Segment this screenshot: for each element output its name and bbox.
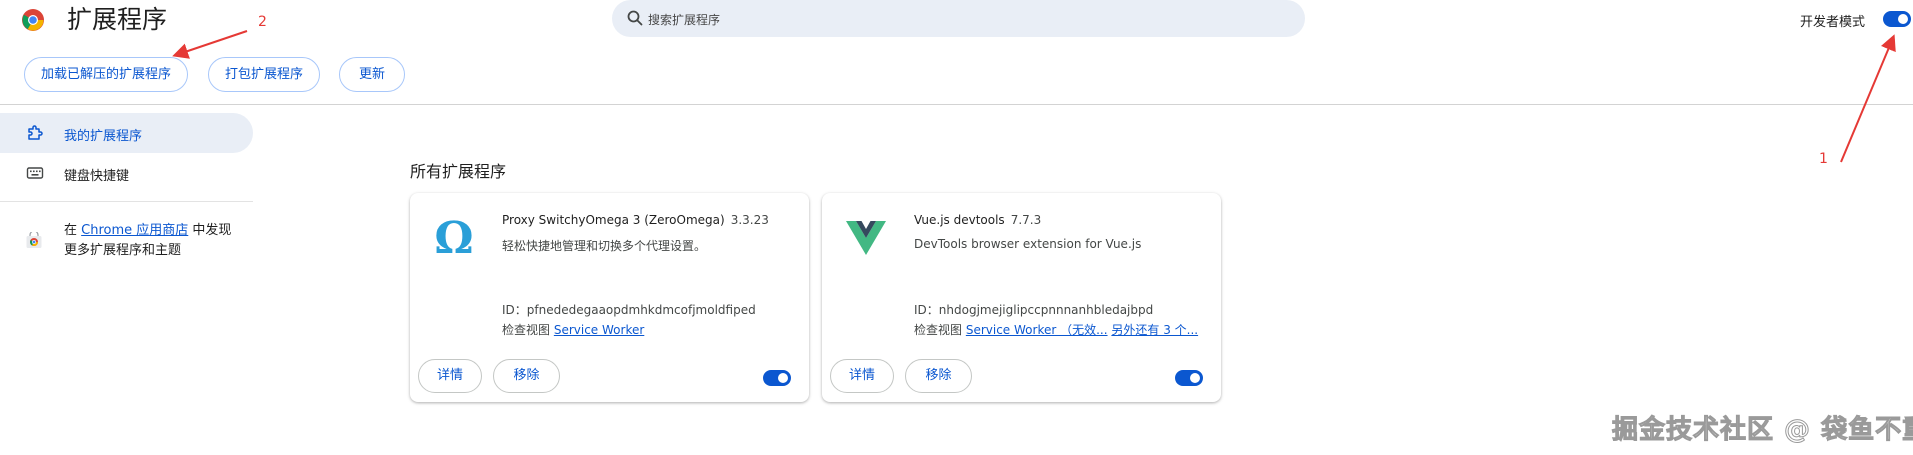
sidebar-divider bbox=[0, 201, 253, 202]
load-unpacked-button[interactable]: 加载已解压的扩展程序 bbox=[24, 57, 188, 92]
puzzle-icon bbox=[28, 125, 43, 140]
remove-button[interactable]: 移除 bbox=[493, 359, 560, 393]
inspect-views: 检查视图 Service Worker （无效... 另外还有 3 个... bbox=[914, 321, 1198, 338]
extension-name-row: Proxy SwitchyOmega 3 (ZeroOmega) 3.3.23 bbox=[502, 213, 769, 227]
sidebar-item-my-extensions[interactable]: 我的扩展程序 bbox=[0, 113, 253, 153]
chrome-logo-icon bbox=[22, 9, 44, 31]
annotation-number-2: 2 bbox=[258, 14, 267, 30]
sidebar-item-keyboard-shortcuts[interactable]: 键盘快捷键 bbox=[0, 153, 253, 193]
search-placeholder[interactable]: 搜索扩展程序 bbox=[648, 11, 720, 28]
update-button[interactable]: 更新 bbox=[339, 57, 405, 92]
search-bar[interactable]: 搜索扩展程序 bbox=[612, 0, 1305, 37]
dev-mode-label: 开发者模式 bbox=[1800, 15, 1866, 30]
extension-enable-toggle[interactable] bbox=[763, 370, 791, 386]
extension-description: 轻松快捷地管理和切换多个代理设置。 bbox=[502, 239, 707, 253]
section-title: 所有扩展程序 bbox=[410, 162, 507, 181]
extension-name: Proxy SwitchyOmega 3 (ZeroOmega) bbox=[502, 213, 725, 227]
more-views-link[interactable]: 另外还有 3 个... bbox=[1111, 323, 1198, 337]
details-button[interactable]: 详情 bbox=[418, 359, 482, 393]
service-worker-link[interactable]: Service Worker bbox=[554, 323, 644, 337]
chrome-web-store-link[interactable]: Chrome 应用商店 bbox=[81, 223, 188, 238]
annotation-arrow-1 bbox=[1840, 34, 1896, 163]
extension-card-switchyomega: Ω Proxy SwitchyOmega 3 (ZeroOmega) 3.3.23… bbox=[410, 193, 809, 402]
extension-name-row: Vue.js devtools 7.7.3 bbox=[914, 213, 1041, 227]
search-icon bbox=[627, 10, 643, 26]
extension-name: Vue.js devtools bbox=[914, 213, 1005, 227]
extension-version: 7.7.3 bbox=[1010, 213, 1042, 227]
extension-id: ID：nhdogjmejiglipccpnnnanhbledajbpd bbox=[914, 303, 1154, 317]
header-divider bbox=[0, 104, 1913, 105]
annotation-number-1: 1 bbox=[1819, 151, 1828, 167]
extension-enable-toggle[interactable] bbox=[1175, 370, 1203, 386]
dev-mode-toggle[interactable] bbox=[1883, 11, 1911, 27]
omega-icon: Ω bbox=[434, 213, 473, 261]
service-worker-link[interactable]: Service Worker （无效... bbox=[966, 323, 1108, 337]
chrome-web-store-icon bbox=[26, 232, 42, 248]
extension-version: 3.3.23 bbox=[730, 213, 769, 227]
svg-text:Ω: Ω bbox=[434, 213, 473, 261]
inspect-label: 检查视图 bbox=[502, 323, 551, 337]
extension-card-vue-devtools: Vue.js devtools 7.7.3 DevTools browser ex… bbox=[822, 193, 1221, 402]
watermark-text: 掘金技术社区 @ 袋鱼不重 bbox=[1611, 415, 1913, 446]
annotation-arrow-2 bbox=[172, 30, 248, 59]
inspect-label: 检查视图 bbox=[914, 323, 963, 337]
page-title: 扩展程序 bbox=[67, 5, 168, 34]
inspect-views: 检查视图 Service Worker bbox=[502, 321, 644, 338]
extension-id: ID：pfnededegaaopdmhkdmcofjmoldfiped bbox=[502, 303, 756, 317]
store-prefix: 在 bbox=[64, 223, 78, 238]
sidebar-item-label: 我的扩展程序 bbox=[64, 129, 143, 144]
remove-button[interactable]: 移除 bbox=[905, 359, 972, 393]
details-button[interactable]: 详情 bbox=[830, 359, 894, 393]
pack-extension-button[interactable]: 打包扩展程序 bbox=[208, 57, 320, 92]
web-store-promo: 在 Chrome 应用商店 中发现更多扩展程序和主题 bbox=[64, 221, 234, 261]
sidebar-item-label: 键盘快捷键 bbox=[64, 169, 130, 184]
extension-description: DevTools browser extension for Vue.js bbox=[914, 237, 1142, 251]
vue-icon bbox=[846, 221, 886, 255]
keyboard-icon bbox=[26, 167, 44, 179]
